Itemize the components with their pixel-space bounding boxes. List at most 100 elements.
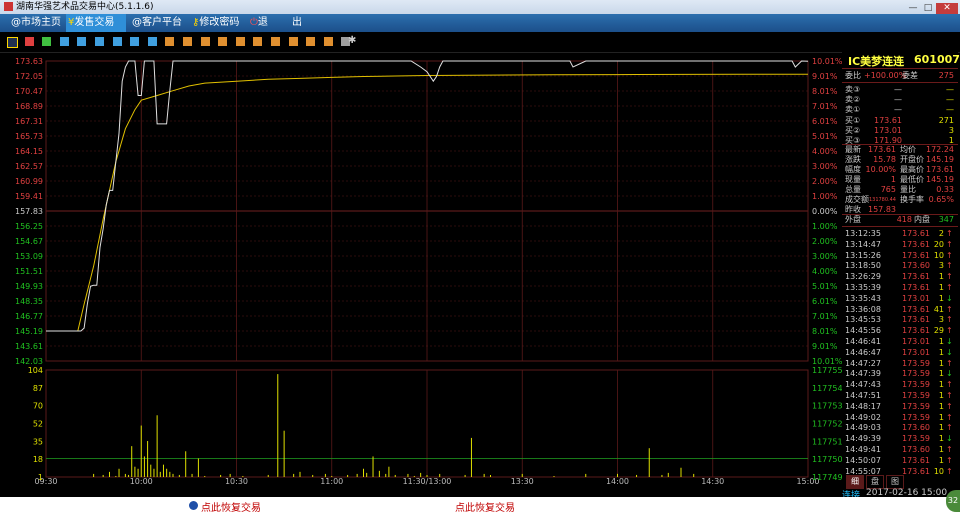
f9-icon[interactable] bbox=[235, 37, 245, 46]
tick-row: 14:47:51 173.59 1 ↑ bbox=[845, 391, 953, 400]
tick-row: 14:45:56 173.61 29 ↑ bbox=[845, 326, 953, 336]
nav-change-password[interactable]: ⚷修改密码 bbox=[190, 14, 244, 32]
bar-chart-icon[interactable] bbox=[7, 37, 18, 48]
left-axis-tick: 151.51 bbox=[15, 267, 43, 276]
right-axis-tick: 8.01% bbox=[812, 327, 838, 336]
tick-row: 14:48:17 173.59 1 ↑ bbox=[845, 401, 953, 411]
restore-trade-link-right[interactable]: 点此恢复交易 bbox=[455, 499, 515, 514]
tick-row: 13:35:39 173.61 1 ↑ bbox=[845, 283, 953, 292]
left-axis-tick: 170.47 bbox=[15, 87, 43, 96]
volume-right-tick: 117751 bbox=[812, 437, 843, 446]
left-axis-tick: 167.31 bbox=[15, 117, 43, 126]
f5-icon[interactable] bbox=[165, 37, 175, 46]
right-axis-tick: 2.00% bbox=[812, 237, 838, 246]
main-nav: @市场主页 ¥发售交易 @客户平台 ⚷修改密码 ⏻退 出 bbox=[0, 14, 960, 32]
arrow-up-icon: ↑ bbox=[946, 423, 953, 433]
bottom-bar: 点此恢复交易 点此恢复交易 bbox=[0, 497, 960, 516]
right-axis-tick: 7.01% bbox=[812, 312, 838, 321]
nav-issue-trade[interactable]: ¥发售交易 bbox=[66, 14, 126, 32]
tab-detail[interactable]: 细 bbox=[846, 475, 864, 489]
tick-row: 13:12:35 173.61 2 ↑ bbox=[845, 229, 953, 238]
volume-right-tick: 117750 bbox=[812, 455, 843, 464]
sell-level-row: 卖② — — bbox=[845, 95, 954, 104]
title-bar: 湖南华强艺术品交易中心(5.1.1.6) — □ ✕ bbox=[0, 0, 960, 14]
tab-chart[interactable]: 图 bbox=[886, 475, 904, 489]
maximize-button[interactable]: □ bbox=[921, 3, 935, 14]
volume-right-tick: 117753 bbox=[812, 402, 843, 411]
x-icon[interactable] bbox=[147, 37, 157, 46]
left-axis-tick: 159.41 bbox=[15, 192, 43, 201]
left-axis-tick: 164.15 bbox=[15, 147, 43, 156]
right-axis-tick: 2.00% bbox=[812, 177, 838, 186]
quote-header: IC美梦连连 601007 bbox=[842, 52, 960, 69]
window-controls: — □ ✕ bbox=[905, 1, 958, 15]
line-chart-icon[interactable] bbox=[24, 37, 34, 46]
arrow-up-icon: ↑ bbox=[946, 326, 953, 336]
f2-icon[interactable] bbox=[95, 37, 104, 46]
left-axis-tick: 160.99 bbox=[15, 177, 43, 186]
nav-logout[interactable]: ⏻退 bbox=[248, 14, 280, 32]
left-axis-tick: 153.09 bbox=[15, 252, 43, 261]
x-axis-label: 11:00 bbox=[320, 477, 343, 486]
quote-panel: IC美梦连连 601007 委比 +100.00% 委差 275 卖③ — — 卖… bbox=[842, 52, 960, 497]
right-axis-tick: 8.01% bbox=[812, 87, 838, 96]
tick-row: 14:46:41 173.01 1 ↓ bbox=[845, 337, 953, 346]
right-axis-tick: 5.01% bbox=[812, 132, 838, 141]
arrow-up-icon: ↑ bbox=[946, 272, 953, 282]
tab-board[interactable]: 盘 bbox=[866, 475, 884, 489]
f11-icon[interactable] bbox=[271, 37, 280, 46]
f10-icon[interactable] bbox=[253, 37, 263, 46]
tick-row: 14:49:03 173.60 1 ↑ bbox=[845, 423, 953, 433]
arrow-up-icon: ↑ bbox=[946, 358, 953, 368]
nav-exit[interactable]: 出 bbox=[290, 14, 306, 32]
left-axis-tick: 165.73 bbox=[15, 132, 43, 141]
left-axis-tick: 148.35 bbox=[15, 297, 43, 306]
x-axis-label: 14:30 bbox=[701, 477, 724, 486]
tick-row: 13:35:43 173.01 1 ↓ bbox=[845, 293, 953, 303]
arrow-up-icon: ↑ bbox=[946, 261, 953, 271]
sell-level-row: 卖③ — — bbox=[845, 85, 954, 94]
volume-left-tick: 35 bbox=[33, 437, 43, 446]
arrow-up-icon: ↑ bbox=[946, 391, 953, 400]
f4-icon[interactable] bbox=[130, 37, 140, 46]
calendar-icon[interactable] bbox=[59, 37, 69, 46]
f14-icon[interactable] bbox=[323, 37, 333, 46]
left-axis-tick: 142.03 bbox=[15, 357, 43, 366]
nav-market-home[interactable]: @市场主页 bbox=[9, 14, 63, 32]
stock-name: IC美梦连连 bbox=[848, 55, 905, 68]
nav-client-platform[interactable]: @客户平台 bbox=[130, 14, 184, 32]
f12-icon[interactable] bbox=[288, 37, 298, 46]
right-axis-tick: 3.00% bbox=[812, 252, 838, 261]
weibi-row: 委比 +100.00% 委差 275 bbox=[845, 71, 954, 80]
tick-row: 14:49:41 173.60 1 ↑ bbox=[845, 445, 953, 454]
arrow-up-icon: ↑ bbox=[946, 315, 953, 325]
f7-icon[interactable] bbox=[200, 37, 210, 46]
restore-trade-link-left[interactable]: 点此恢复交易 bbox=[201, 499, 261, 514]
left-axis-tick: 157.83 bbox=[15, 207, 43, 216]
right-axis-tick: 4.00% bbox=[812, 267, 838, 276]
candle-icon[interactable] bbox=[42, 37, 52, 46]
notification-badge[interactable]: 32 bbox=[946, 490, 960, 512]
left-axis-tick: 154.67 bbox=[15, 237, 43, 246]
tick-row: 14:47:27 173.59 1 ↑ bbox=[845, 358, 953, 368]
f6-icon[interactable] bbox=[183, 37, 192, 46]
volume-right-tick: 117749 bbox=[812, 473, 843, 482]
at-icon: @ bbox=[11, 17, 21, 28]
stat-row: 最新 173.61 均价 172.24 bbox=[845, 145, 954, 154]
grid-icon[interactable] bbox=[77, 37, 87, 46]
tick-row: 13:36:08 173.61 41 ↑ bbox=[845, 304, 953, 314]
toolbar: ✱ bbox=[0, 32, 960, 53]
f13-icon[interactable] bbox=[306, 37, 316, 46]
stat-row: 涨跌 15.78 开盘价 145.19 bbox=[845, 155, 954, 164]
volume-right-tick: 117754 bbox=[812, 384, 843, 393]
stat-row: 现量 1 最低价 145.19 bbox=[845, 175, 954, 184]
volume-left-tick: 104 bbox=[28, 366, 43, 375]
close-button[interactable]: ✕ bbox=[936, 3, 958, 14]
right-axis-tick: 9.01% bbox=[812, 342, 838, 351]
minimize-button[interactable]: — bbox=[906, 3, 920, 14]
tick-row: 14:50:07 173.61 1 ↑ bbox=[845, 455, 953, 465]
f3-icon[interactable] bbox=[112, 37, 122, 46]
gear-icon[interactable]: ✱ bbox=[348, 35, 357, 46]
arrow-up-icon: ↑ bbox=[946, 229, 953, 238]
f8-icon[interactable] bbox=[218, 37, 228, 46]
